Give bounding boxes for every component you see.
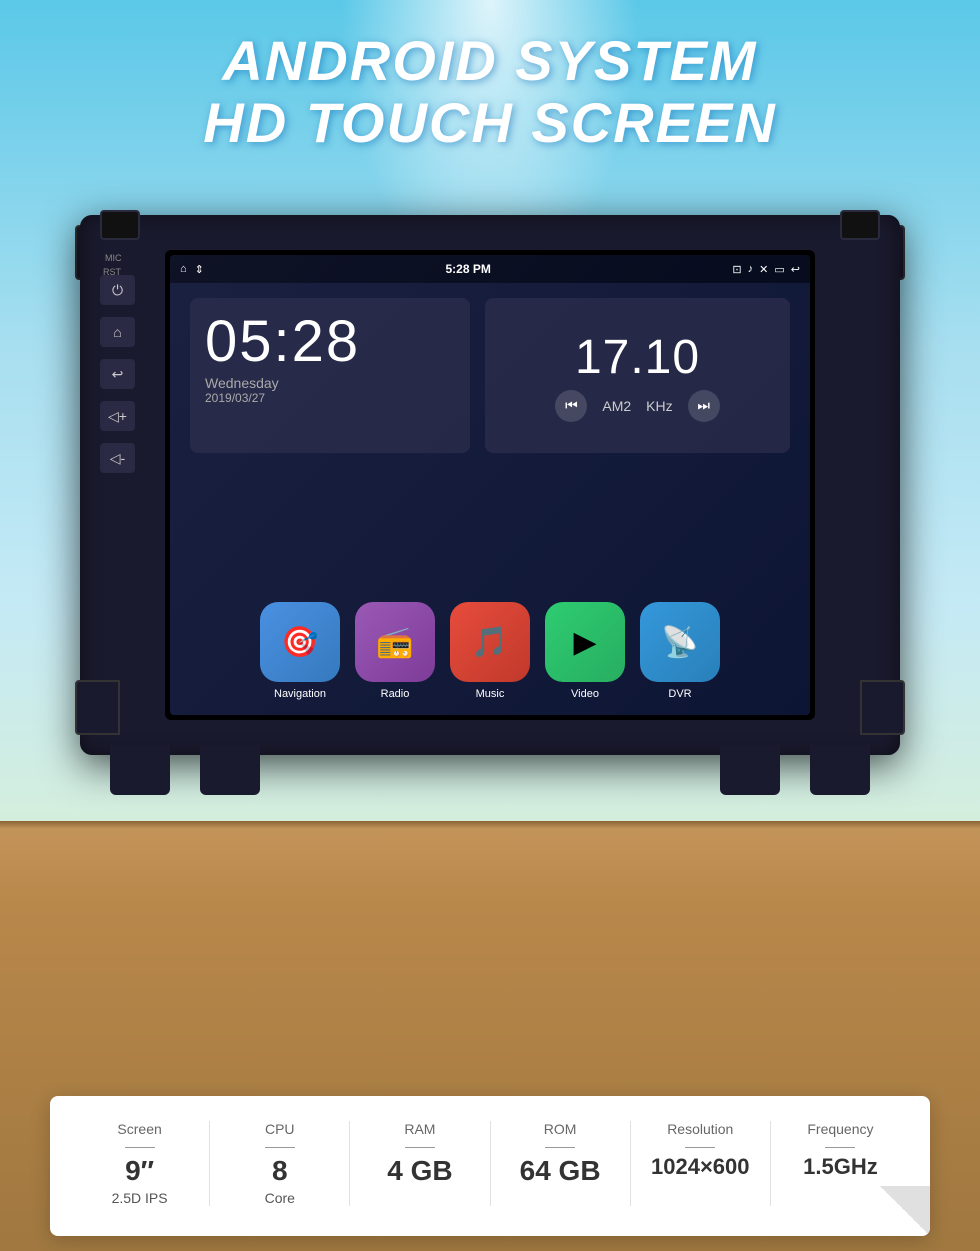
spec-cpu-value: 8	[272, 1154, 288, 1188]
spec-screen: Screen 9″ 2.5D IPS	[70, 1121, 210, 1206]
title-line1: ANDROID SYSTEM	[0, 30, 980, 92]
home-screen: 05:28 Wednesday 2019/03/27 17.10 ⏮ AM2 K…	[170, 283, 810, 715]
specs-section: Screen 9″ 2.5D IPS CPU 8 Core RAM 4 GB R…	[50, 1096, 930, 1236]
spec-ram-divider	[405, 1147, 435, 1148]
radio-frequency: 17.10	[575, 330, 700, 385]
spec-screen-value: 9″	[125, 1154, 154, 1188]
radio-label: Radio	[381, 688, 410, 700]
close-status-icon: ✕	[759, 263, 768, 276]
usb-icon: ⇕	[195, 263, 204, 276]
home-icon[interactable]: ⌂	[180, 263, 187, 275]
status-bar: ⌂ ⇕ 5:28 PM ⊡ ♪ ✕ ▭ ↩	[170, 255, 810, 283]
bottom-feet	[80, 745, 900, 795]
foot-right-1	[810, 745, 870, 795]
bracket-tab-right	[840, 210, 880, 240]
clock-day: Wednesday	[190, 375, 470, 391]
vol-up-button[interactable]: ◁+	[100, 401, 135, 431]
bracket-tab-left	[100, 210, 140, 240]
music-icon: 🎵	[450, 602, 530, 682]
vol-down-button[interactable]: ◁-	[100, 443, 135, 473]
screen-outer: ⌂ ⇕ 5:28 PM ⊡ ♪ ✕ ▭ ↩	[165, 250, 815, 720]
status-right: ⊡ ♪ ✕ ▭ ↩	[732, 263, 800, 276]
specs-grid: Screen 9″ 2.5D IPS CPU 8 Core RAM 4 GB R…	[70, 1121, 910, 1206]
spec-resolution-value: 1024×600	[651, 1154, 750, 1180]
title-section: ANDROID SYSTEM HD TOUCH SCREEN	[0, 30, 980, 153]
spec-resolution: Resolution 1024×600	[631, 1121, 771, 1206]
radio-widget: 17.10 ⏮ AM2 KHz ⏭	[485, 298, 790, 453]
navigation-icon: 🎯	[260, 602, 340, 682]
radio-band: AM2	[602, 398, 631, 414]
bracket-bottom-left	[75, 680, 120, 735]
video-label: Video	[571, 688, 599, 700]
spec-resolution-label: Resolution	[667, 1121, 733, 1137]
radio-controls: ⏮ AM2 KHz ⏭	[555, 390, 719, 422]
title-line2: HD TOUCH SCREEN	[0, 92, 980, 154]
radio-unit: MIC RST ⏻ ⌂ ↩ ◁+ ◁- ⌂ ⇕ 5:28 PM ⊡	[80, 215, 900, 795]
power-button[interactable]: ⏻	[100, 275, 135, 305]
foot-right-2	[720, 745, 780, 795]
status-time: 5:28 PM	[445, 262, 490, 276]
clock-time: 05:28	[190, 298, 470, 375]
prev-station-button[interactable]: ⏮	[555, 390, 587, 422]
spec-rom-value: 64 GB	[520, 1154, 601, 1188]
app-radio[interactable]: 📻 Radio	[355, 602, 435, 700]
spec-cpu-label: CPU	[265, 1121, 295, 1137]
volume-status-icon: ♪	[748, 263, 754, 275]
clock-widget: 05:28 Wednesday 2019/03/27	[190, 298, 470, 453]
spec-frequency: Frequency 1.5GHz	[771, 1121, 910, 1206]
spec-ram-value: 4 GB	[387, 1154, 452, 1188]
mic-label: MIC	[105, 253, 122, 263]
video-icon: ▶	[545, 602, 625, 682]
spec-screen-sub: 2.5D IPS	[112, 1190, 168, 1206]
status-left: ⌂ ⇕	[180, 263, 204, 276]
dvr-icon: 📡	[640, 602, 720, 682]
foot-left-2	[200, 745, 260, 795]
outer-bezel: MIC RST ⏻ ⌂ ↩ ◁+ ◁- ⌂ ⇕ 5:28 PM ⊡	[80, 215, 900, 755]
spec-cpu: CPU 8 Core	[210, 1121, 350, 1206]
spec-cpu-sub: Core	[265, 1190, 295, 1206]
app-navigation[interactable]: 🎯 Navigation	[260, 602, 340, 700]
spec-screen-divider	[125, 1147, 155, 1148]
back-status-icon: ↩	[791, 263, 800, 276]
spec-rom: ROM 64 GB	[491, 1121, 631, 1206]
spec-frequency-divider	[825, 1147, 855, 1148]
spec-resolution-divider	[685, 1147, 715, 1148]
navigation-label: Navigation	[274, 688, 326, 700]
music-label: Music	[476, 688, 505, 700]
camera-status-icon: ⊡	[732, 263, 741, 276]
clock-date: 2019/03/27	[190, 391, 470, 405]
radio-unit: KHz	[646, 398, 672, 414]
app-grid: 🎯 Navigation 📻 Radio 🎵 Music ▶	[190, 602, 790, 700]
bracket-bottom-right	[860, 680, 905, 735]
home-button[interactable]: ⌂	[100, 317, 135, 347]
next-station-button[interactable]: ⏭	[688, 390, 720, 422]
app-dvr[interactable]: 📡 DVR	[640, 602, 720, 700]
app-music[interactable]: 🎵 Music	[450, 602, 530, 700]
spec-rom-label: ROM	[544, 1121, 577, 1137]
dvr-label: DVR	[668, 688, 691, 700]
spec-screen-label: Screen	[117, 1121, 161, 1137]
spec-frequency-value: 1.5GHz	[803, 1154, 878, 1180]
app-video[interactable]: ▶ Video	[545, 602, 625, 700]
spec-frequency-label: Frequency	[807, 1121, 873, 1137]
window-status-icon: ▭	[774, 263, 784, 276]
radio-icon: 📻	[355, 602, 435, 682]
spec-rom-divider	[545, 1147, 575, 1148]
screen-inner: ⌂ ⇕ 5:28 PM ⊡ ♪ ✕ ▭ ↩	[170, 255, 810, 715]
side-buttons: ⏻ ⌂ ↩ ◁+ ◁-	[100, 275, 150, 473]
spec-cpu-divider	[265, 1147, 295, 1148]
spec-ram: RAM 4 GB	[350, 1121, 490, 1206]
back-button[interactable]: ↩	[100, 359, 135, 389]
spec-ram-label: RAM	[404, 1121, 435, 1137]
foot-left-1	[110, 745, 170, 795]
